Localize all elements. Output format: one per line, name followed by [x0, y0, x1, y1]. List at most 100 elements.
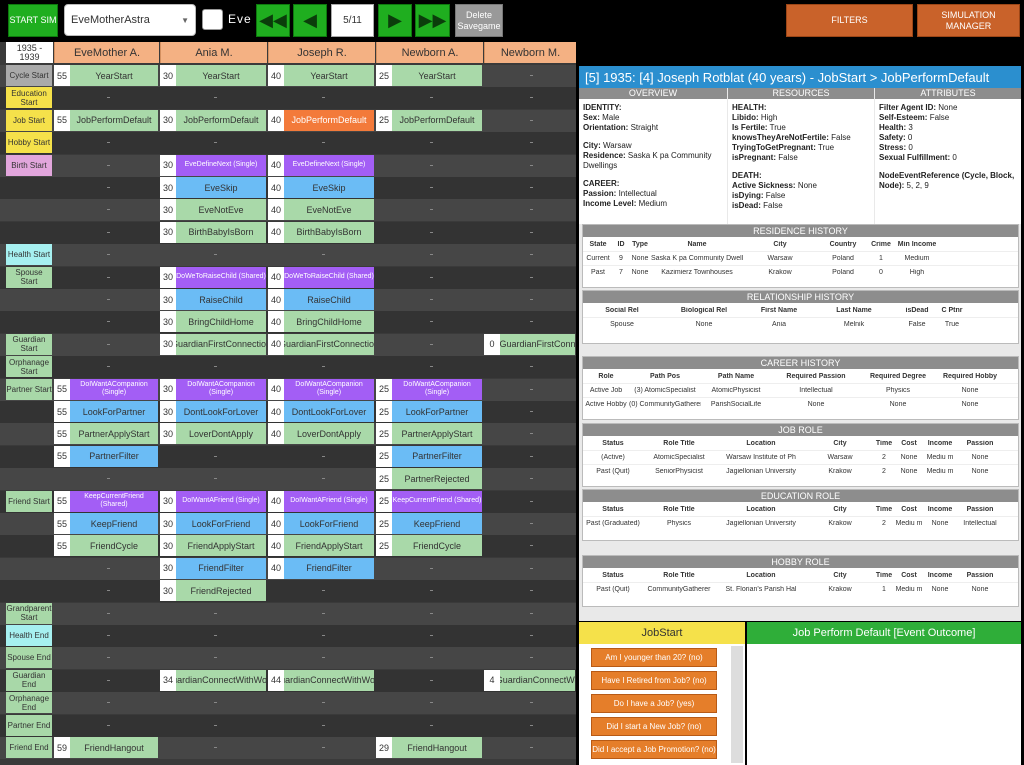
event-cell[interactable]: 30 EveDefineNext (Single) — [160, 154, 266, 176]
character-header[interactable]: Newborn M. — [484, 42, 576, 63]
event-cell[interactable]: 30GuardianFirstConnection — [160, 333, 266, 355]
event-cell[interactable]: 30 RaiseChild — [160, 289, 266, 310]
event-cell[interactable]: 0 GuardianFirstConn — [484, 333, 575, 355]
event-cell[interactable]: 25 YearStart — [376, 65, 482, 86]
event-cell[interactable]: 40 LoverDontApply — [268, 423, 374, 445]
delete-savegame-button[interactable]: Delete Savegame — [455, 4, 503, 37]
table-cell: AtomicSpecialist — [653, 454, 705, 461]
event-cell[interactable]: 25 FriendCycle — [376, 535, 482, 557]
event-cell[interactable]: 30 DoIWantAFriend (Single) — [160, 490, 266, 512]
event-cell[interactable]: 40 EveNotEve — [268, 199, 374, 221]
event-cell[interactable]: 55 KeepFriend — [54, 513, 158, 534]
event-cell[interactable]: 40 YearStart — [268, 65, 374, 86]
event-cell[interactable]: 30 BirthBabyIsBorn — [160, 221, 266, 243]
event-cell[interactable]: 55 DoIWantACompanion (Single) — [54, 378, 158, 400]
empty-marker — [530, 321, 533, 323]
event-cell[interactable]: 30 LoverDontApply — [160, 423, 266, 445]
row-label: Guardian Start — [6, 333, 52, 355]
event-cell[interactable]: 30 EveNotEve — [160, 199, 266, 221]
event-cell[interactable]: 40 RaiseChild — [268, 289, 374, 310]
event-cell[interactable]: 30 BringChildHome — [160, 311, 266, 333]
event-cell[interactable]: 40 EveSkip — [268, 177, 374, 198]
jobstart-question-button[interactable]: Have I Retired from Job? (no) — [591, 671, 717, 690]
event-cell[interactable]: 34GuardianConnectWithWorld — [160, 669, 266, 691]
character-header[interactable]: Ania M. — [160, 42, 267, 63]
event-cell[interactable]: 25 KeepCurrentFriend (Shared) — [376, 490, 482, 512]
stress-label: Stress: — [879, 143, 907, 152]
column-header: City — [833, 439, 847, 447]
column-header: Country — [829, 240, 857, 248]
event-cell[interactable]: 29 FriendHangout — [376, 737, 482, 758]
event-cell[interactable]: 40 EveDefineNext (Single) — [268, 154, 374, 176]
event-cell[interactable]: 40 DontLookForLover — [268, 401, 374, 422]
event-cell[interactable]: 25 LookForPartner — [376, 401, 482, 422]
event-cell[interactable]: 30 FriendFilter — [160, 557, 266, 579]
event-cell[interactable]: 25 PartnerRejected — [376, 468, 482, 490]
event-cell[interactable]: 59 FriendHangout — [54, 737, 158, 758]
empty-marker — [213, 657, 217, 659]
event-cell[interactable]: 30 DoIWantACompanion (Single) — [160, 378, 266, 400]
last-page-button[interactable]: ▶▶ — [415, 4, 450, 37]
event-cell[interactable]: 55 PartnerApplyStart — [54, 423, 158, 445]
start-sim-button[interactable]: START SIM — [8, 4, 58, 37]
residence-label: Residence: — [583, 151, 626, 160]
event-cell[interactable]: 30 EveSkip — [160, 177, 266, 198]
table-cell: Current — [586, 255, 610, 262]
event-cell[interactable]: 40 BirthBabyIsBorn — [268, 221, 374, 243]
event-cell[interactable]: 25 JobPerformDefault — [376, 109, 482, 131]
event-cell[interactable]: 4GuardianConnectWit — [484, 669, 575, 691]
table-cell: Mediu m — [926, 468, 954, 475]
event-cell[interactable]: 40 FriendApplyStart — [268, 535, 374, 557]
event-cell[interactable]: 25 KeepFriend — [376, 513, 482, 534]
event-cell[interactable]: 25 PartnerApplyStart — [376, 423, 482, 445]
simulation-manager-button[interactable]: SIMULATION MANAGER — [917, 4, 1020, 37]
event-cell[interactable]: 30 YearStart — [160, 65, 266, 86]
event-cell[interactable]: 30 FriendApplyStart — [160, 535, 266, 557]
event-cell[interactable]: 40 DoIWantACompanion (Single) — [268, 378, 374, 400]
event-cell[interactable]: 55 PartnerFilter — [54, 445, 158, 467]
first-page-button[interactable]: ◀◀ — [256, 4, 290, 37]
event-cell[interactable]: 55 JobPerformDefault — [54, 109, 158, 131]
jobstart-question-button[interactable]: Do I have a Job? (yes) — [591, 694, 717, 713]
jobstart-scrollbar[interactable] — [731, 646, 743, 763]
event-cell[interactable]: 30 DoWeToRaiseChild (Shared) — [160, 266, 266, 288]
event-cell[interactable]: 30 FriendRejected — [160, 580, 266, 602]
age-number: 30 — [160, 266, 176, 288]
event-cell[interactable]: 55 LookForPartner — [54, 401, 158, 422]
event-cell[interactable]: 55 FriendCycle — [54, 535, 158, 557]
event-cell[interactable]: 40 DoIWantAFriend (Single) — [268, 490, 374, 512]
event-cell[interactable]: 55 KeepCurrentFriend (Shared) — [54, 490, 158, 512]
event-cell[interactable]: 44GuardianConnectWithWorld — [268, 669, 374, 691]
table-cell: 9 — [619, 255, 623, 262]
character-header[interactable]: EveMother A. — [54, 42, 159, 63]
age-number: 55 — [54, 535, 70, 557]
table-cell: 2 — [882, 454, 886, 461]
age-number: 30 — [160, 513, 176, 534]
next-page-button[interactable]: ▶ — [378, 4, 412, 37]
character-header[interactable]: Joseph R. — [268, 42, 375, 63]
eve-checkbox[interactable] — [202, 9, 223, 30]
prev-page-button[interactable]: ◀ — [293, 4, 327, 37]
character-header[interactable]: Newborn A. — [376, 42, 483, 63]
event-cell[interactable]: 40GuardianFirstConnection — [268, 333, 374, 355]
filters-button[interactable]: FILTERS — [786, 4, 913, 37]
event-cell[interactable]: 40 BringChildHome — [268, 311, 374, 333]
event-cell[interactable]: 30 LookForFriend — [160, 513, 266, 534]
event-cell[interactable]: 30 DontLookForLover — [160, 401, 266, 422]
agent-dropdown-value: EveMotherAstra — [71, 14, 150, 26]
event-cell[interactable]: 40 LookForFriend — [268, 513, 374, 534]
event-cell[interactable]: 40 DoWeToRaiseChild (Shared) — [268, 266, 374, 288]
jobstart-question-button[interactable]: Did I accept a Job Promotion? (no) — [591, 740, 717, 759]
jobstart-question-button[interactable]: Did I start a New Job? (no) — [591, 717, 717, 736]
table-cell: None — [961, 387, 979, 394]
event-cell[interactable]: 30 JobPerformDefault — [160, 109, 266, 131]
event-cell[interactable]: 40 JobPerformDefault — [268, 109, 374, 131]
event-cell[interactable]: 40 FriendFilter — [268, 557, 374, 579]
event-cell[interactable]: 55 YearStart — [54, 65, 158, 86]
event-cell[interactable]: 25 PartnerFilter — [376, 445, 482, 467]
event-cell[interactable]: 25 DoIWantACompanion (Single) — [376, 378, 482, 400]
income-value: Medium — [636, 199, 668, 208]
table-cell: Kazimierz Townhouses — [661, 269, 733, 276]
agent-dropdown[interactable]: EveMotherAstra ▼ — [64, 4, 196, 36]
jobstart-question-button[interactable]: Am I younger than 20? (no) — [591, 648, 717, 667]
